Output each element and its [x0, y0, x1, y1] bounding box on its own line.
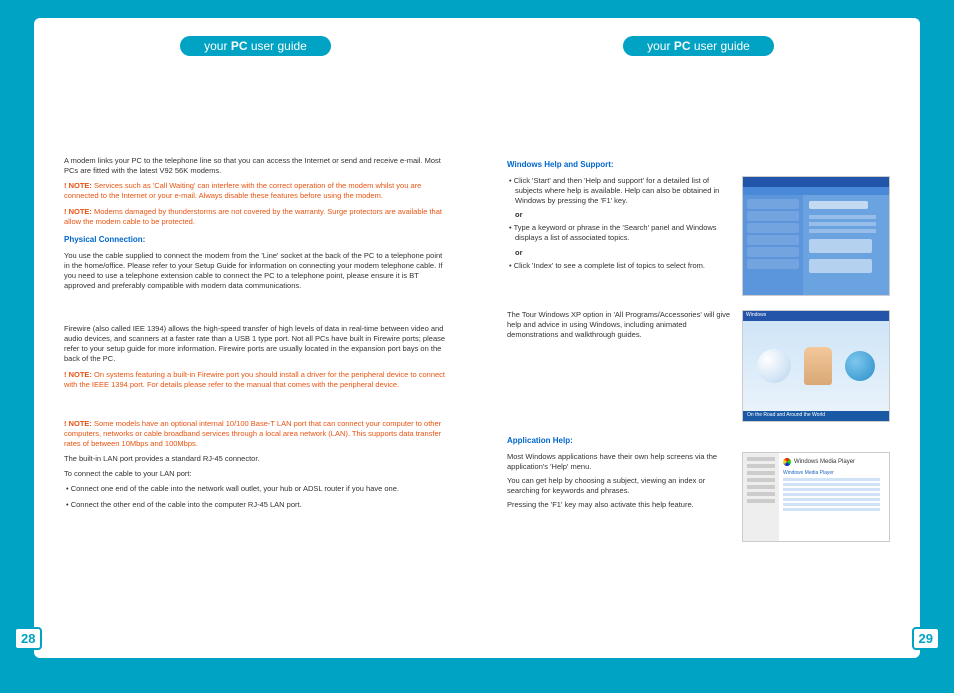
lan-bullet-2: Connect the other end of the cable into … [64, 500, 447, 510]
lan-bullet-1: Connect one end of the cable into the ne… [64, 484, 447, 494]
note-1: ! NOTE: Services such as 'Call Waiting' … [64, 181, 447, 201]
firewire-body: Firewire (also called IEE 1394) allows t… [64, 324, 447, 365]
note-4-text: Some models have an optional internal 10… [64, 419, 441, 448]
header-bold: PC [674, 39, 691, 53]
app-p3: Pressing the 'F1' key may also activate … [507, 500, 732, 510]
page-number-right: 29 [912, 627, 940, 650]
help-bullet-2: Type a keyword or phrase in the 'Search'… [507, 223, 732, 243]
tour-titlebar: Windows [743, 311, 889, 321]
modem-intro: A modem links your PC to the telephone l… [64, 156, 447, 176]
app-p2: You can get help by choosing a subject, … [507, 476, 732, 496]
wmp-title: Windows Media Player [794, 458, 855, 466]
right-content: Windows Help and Support: Click 'Start' … [507, 114, 890, 542]
lan-2: To connect the cable to your LAN port: [64, 469, 447, 479]
header-prefix: your [647, 39, 674, 53]
note-3-text: On systems featuring a built-in Firewire… [64, 370, 445, 389]
tour-text: The Tour Windows XP option in 'All Progr… [507, 310, 732, 422]
header-suffix: user guide [690, 39, 749, 53]
page-spread: your PC user guide A modem links your PC… [34, 18, 920, 658]
header-prefix: your [204, 39, 231, 53]
or-2: or [515, 248, 732, 258]
help-row: Click 'Start' and then 'Help and support… [507, 176, 890, 296]
page-29: your PC user guide Windows Help and Supp… [477, 18, 920, 658]
header-suffix: user guide [247, 39, 306, 53]
note-1-text: Services such as 'Call Waiting' can inte… [64, 181, 421, 200]
page-28: your PC user guide A modem links your PC… [34, 18, 477, 658]
note-label: ! NOTE: [64, 181, 94, 190]
help-text: Click 'Start' and then 'Help and support… [507, 176, 732, 296]
app-p1: Most Windows applications have their own… [507, 452, 732, 472]
note-label: ! NOTE: [64, 207, 94, 216]
application-help-title: Application Help: [507, 436, 890, 447]
help-screenshot [742, 176, 890, 296]
header-pill-left: your PC user guide [180, 36, 331, 56]
tour-footer: On the Road and Around the World [743, 411, 889, 421]
windows-help-title: Windows Help and Support: [507, 160, 890, 171]
or-1: or [515, 210, 732, 220]
header-right: your PC user guide [507, 36, 890, 74]
wmp-logo-icon [783, 458, 791, 466]
header-pill-right: your PC user guide [623, 36, 774, 56]
left-content: A modem links your PC to the telephone l… [64, 114, 447, 510]
note-3: ! NOTE: On systems featuring a built-in … [64, 370, 447, 390]
page-number-left: 28 [14, 627, 42, 650]
note-2: ! NOTE: Modems damaged by thunderstorms … [64, 207, 447, 227]
app-row: Most Windows applications have their own… [507, 452, 890, 542]
header-left: your PC user guide [64, 36, 447, 74]
note-label: ! NOTE: [64, 370, 94, 379]
header-bold: PC [231, 39, 248, 53]
note-4: ! NOTE: Some models have an optional int… [64, 419, 447, 449]
physical-connection-body: You use the cable supplied to connect th… [64, 251, 447, 292]
physical-connection-title: Physical Connection: [64, 235, 447, 246]
lan-1: The built-in LAN port provides a standar… [64, 454, 447, 464]
note-2-text: Modems damaged by thunderstorms are not … [64, 207, 442, 226]
help-bullet-1: Click 'Start' and then 'Help and support… [507, 176, 732, 206]
note-label: ! NOTE: [64, 419, 94, 428]
tour-row: The Tour Windows XP option in 'All Progr… [507, 310, 890, 422]
app-screenshot: Windows Media Player Windows Media Playe… [742, 452, 890, 542]
app-text: Most Windows applications have their own… [507, 452, 732, 542]
tour-body: The Tour Windows XP option in 'All Progr… [507, 310, 732, 340]
help-bullet-3: Click 'Index' to see a complete list of … [507, 261, 732, 271]
tour-screenshot: Windows On the Road and Around the World [742, 310, 890, 422]
